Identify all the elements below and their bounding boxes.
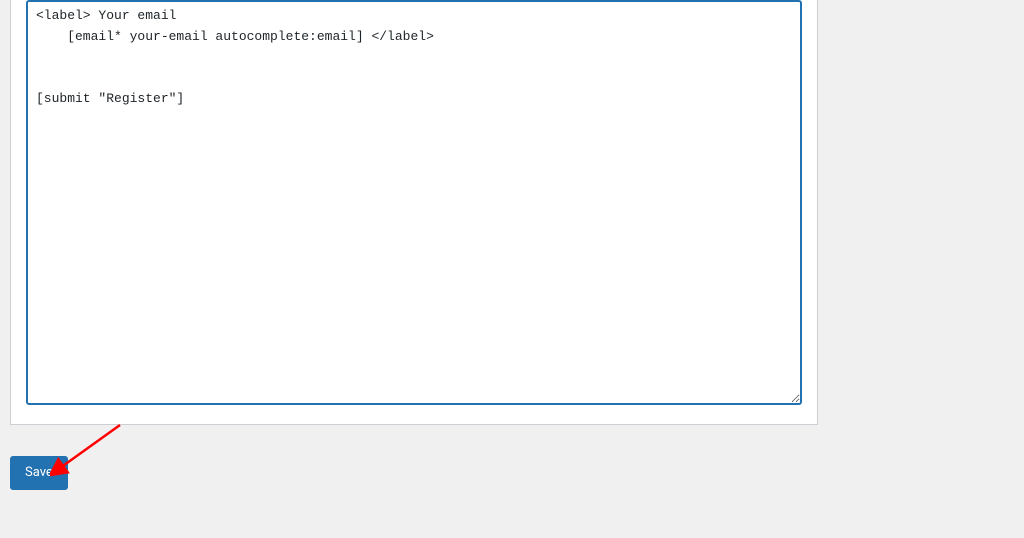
- save-button[interactable]: Save: [10, 456, 68, 490]
- form-editor-panel: [10, 0, 818, 425]
- form-template-textarea[interactable]: [26, 0, 802, 405]
